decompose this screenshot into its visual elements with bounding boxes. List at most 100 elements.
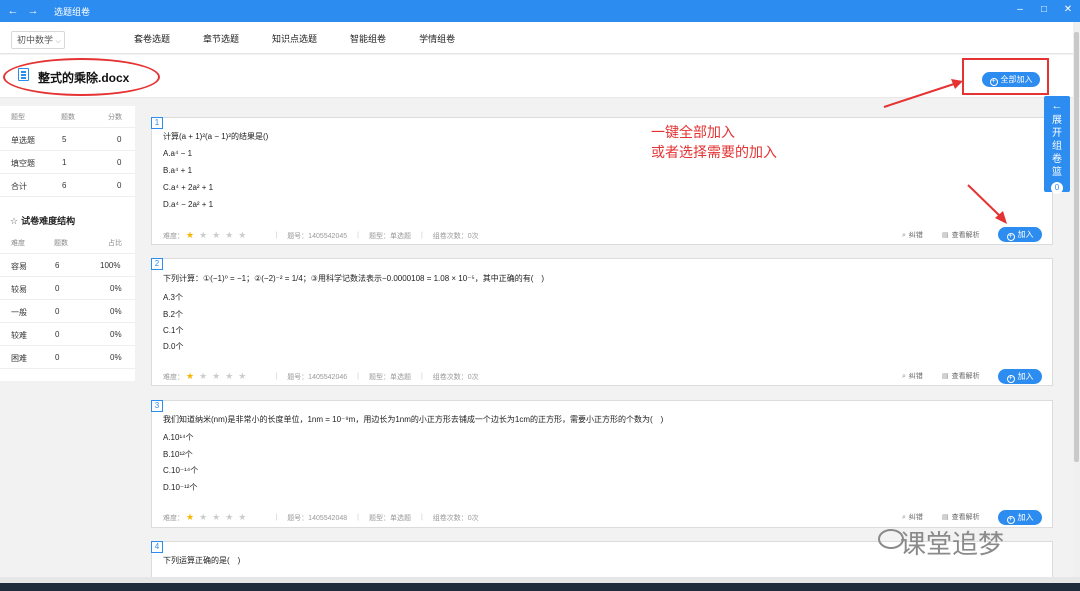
divider: |: [275, 373, 278, 380]
basket-tab[interactable]: ← 展开组卷篮 0: [1044, 96, 1070, 194]
report-error-link[interactable]: ⌕ 纠错: [902, 230, 923, 240]
question-option: A.10¹⁴个: [163, 433, 194, 442]
question-option: D.a⁴ − 2a² + 1: [163, 200, 214, 209]
view-analysis-label: 查看解析: [951, 373, 980, 380]
search-icon: ⌕: [902, 232, 906, 239]
vertical-scrollbar[interactable]: [1073, 22, 1080, 577]
minimize-button[interactable]: –: [1008, 0, 1032, 22]
stats-row: 填空题 1 0: [0, 152, 135, 174]
view-analysis-label: 查看解析: [951, 514, 980, 521]
close-button[interactable]: ✕: [1056, 0, 1080, 22]
document-search-icon: ▤: [942, 373, 949, 380]
report-error-link[interactable]: ⌕ 纠错: [902, 512, 923, 522]
tab-smart-compose[interactable]: 智能组卷: [350, 32, 386, 45]
stats-type: 合计: [11, 182, 27, 191]
report-error-label: 纠错: [908, 514, 923, 521]
search-icon: ⌕: [902, 514, 906, 521]
difficulty-label: 难度：: [163, 514, 184, 522]
basket-label-char: 组: [1052, 141, 1062, 152]
divider: |: [275, 514, 278, 521]
add-all-button[interactable]: + 全部加入: [982, 72, 1040, 87]
difficulty-level: 较难: [11, 331, 27, 340]
question-stem: 我们知道纳米(nm)是非常小的长度单位，1nm = 10⁻⁹m，用边长为1nm的…: [163, 415, 664, 424]
add-button[interactable]: + 加入: [998, 369, 1042, 384]
difficulty-stars: ★★★★★: [186, 230, 252, 240]
difficulty-count: 0: [55, 353, 60, 362]
view-analysis-link[interactable]: ▤ 查看解析: [942, 230, 980, 240]
difficulty-count: 6: [55, 261, 60, 270]
difficulty-count: 0: [55, 330, 60, 339]
window-title: 选题组卷: [54, 6, 91, 17]
basket-label-char: 展: [1052, 115, 1062, 126]
stats-panel: 题型 题数 分数 单选题 5 0 填空题 1 0 合计 6 0 ☆ 试卷难度结构 …: [0, 106, 135, 381]
watermark-text: 课堂追梦: [900, 529, 1005, 559]
question-card: 3 我们知道纳米(nm)是非常小的长度单位，1nm = 10⁻⁹m，用边长为1n…: [151, 400, 1053, 528]
difficulty-pct: 0%: [110, 307, 122, 316]
group-count: 组卷次数：0次: [432, 514, 479, 522]
difficulty-col-count: 题数: [54, 240, 68, 247]
difficulty-header: 难度 题数 占比: [0, 232, 135, 254]
stats-col-count: 题数: [61, 114, 75, 121]
basket-label-char: 开: [1052, 128, 1062, 139]
question-option: C.a⁴ + 2a² + 1: [163, 183, 214, 192]
star-filled-icon: ★: [186, 230, 200, 240]
divider: |: [420, 373, 423, 380]
stats-count: 6: [62, 181, 67, 190]
question-list: 1 计算(a + 1)²(a − 1)²的结果是() A.a⁴ − 1 B.a⁴…: [135, 98, 1055, 581]
stats-header: 题型 题数 分数: [0, 106, 135, 128]
stats-count: 5: [62, 135, 67, 144]
difficulty-row: 一般 0 0%: [0, 301, 135, 323]
question-id: 题号：1405542048: [287, 514, 348, 522]
view-analysis-link[interactable]: ▤ 查看解析: [942, 371, 980, 381]
difficulty-pct: 0%: [110, 330, 122, 339]
stats-col-type: 题型: [11, 114, 25, 121]
view-analysis-link[interactable]: ▤ 查看解析: [942, 512, 980, 522]
tab-paper-select[interactable]: 套卷选题: [134, 32, 170, 45]
question-option: B.a⁴ + 1: [163, 166, 193, 175]
title-bar: ← → 选题组卷 – □ ✕: [0, 0, 1080, 22]
basket-label-chars: 展开组卷篮: [1044, 114, 1070, 179]
add-label: 加入: [1017, 230, 1034, 239]
difficulty-label: 难度：: [163, 232, 184, 240]
basket-label: 展开组卷篮: [1044, 114, 1070, 179]
top-nav: 初中数学 ⌵ 套卷选题 章节选题 知识点选题 智能组卷 学情组卷: [0, 22, 1080, 54]
difficulty-row: 容易 6 100%: [0, 255, 135, 277]
back-icon[interactable]: ←: [6, 5, 20, 17]
stats-score: 0: [117, 135, 122, 144]
difficulty-count: 0: [55, 307, 60, 316]
star-filled-icon: ★: [186, 512, 200, 522]
maximize-button[interactable]: □: [1032, 0, 1056, 22]
add-all-label: 全部加入: [1000, 75, 1033, 84]
question-card: 1 计算(a + 1)²(a − 1)²的结果是() A.a⁴ − 1 B.a⁴…: [151, 117, 1053, 245]
question-meta: 难度： ★★★★★ | 题号：1405542046 | 题型：单选题 | 组卷次…: [163, 371, 479, 382]
question-stem: 下列运算正确的是( ): [163, 556, 241, 565]
difficulty-pct: 0%: [110, 284, 122, 293]
subject-select-value: 初中数学: [17, 35, 54, 45]
difficulty-section-title: ☆ 试卷难度结构: [10, 214, 75, 227]
divider: |: [357, 373, 359, 380]
tab-learning-compose[interactable]: 学情组卷: [419, 32, 455, 45]
tab-chapter-select[interactable]: 章节选题: [203, 32, 239, 45]
difficulty-level: 一般: [11, 308, 27, 317]
question-stem: 计算(a + 1)²(a − 1)²的结果是(): [163, 132, 269, 141]
stats-score: 0: [117, 158, 122, 167]
difficulty-col-level: 难度: [11, 240, 25, 247]
divider: |: [275, 232, 278, 239]
question-option: A.3个: [163, 293, 184, 302]
tab-bar: 套卷选题 章节选题 知识点选题 智能组卷 学情组卷: [134, 32, 488, 45]
chevron-down-icon: ⌵: [55, 38, 61, 45]
forward-icon[interactable]: →: [26, 5, 40, 17]
tab-knowledge-select[interactable]: 知识点选题: [272, 32, 317, 45]
add-button[interactable]: + 加入: [998, 510, 1042, 525]
report-error-link[interactable]: ⌕ 纠错: [902, 371, 923, 381]
add-button[interactable]: + 加入: [998, 227, 1042, 242]
question-option: C.1个: [163, 326, 184, 335]
document-header: 整式的乘除.docx + 全部加入: [0, 55, 1080, 98]
difficulty-count: 0: [55, 284, 60, 293]
question-id: 题号：1405542046: [287, 373, 348, 381]
document-search-icon: ▤: [942, 514, 949, 521]
difficulty-pct: 0%: [110, 353, 122, 362]
subject-select[interactable]: 初中数学 ⌵: [11, 31, 65, 49]
stats-type: 单选题: [11, 136, 35, 145]
scrollbar-thumb[interactable]: [1074, 32, 1079, 462]
